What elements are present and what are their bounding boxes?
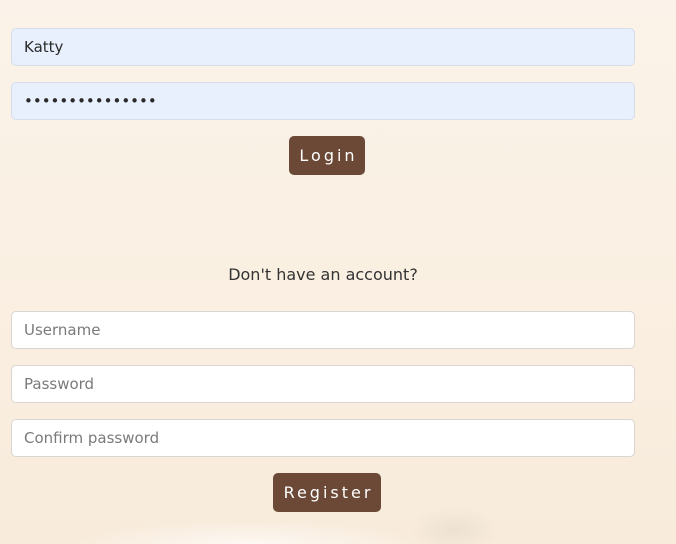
register-confirm-password-input[interactable] [11, 419, 635, 457]
register-prompt: Don't have an account? [228, 265, 418, 284]
register-username-input[interactable] [11, 311, 635, 349]
register-password-input[interactable] [11, 365, 635, 403]
login-button[interactable]: Login [289, 136, 365, 175]
login-username-input[interactable] [11, 28, 635, 66]
register-button[interactable]: Register [273, 473, 381, 512]
login-password-input[interactable] [11, 82, 635, 120]
